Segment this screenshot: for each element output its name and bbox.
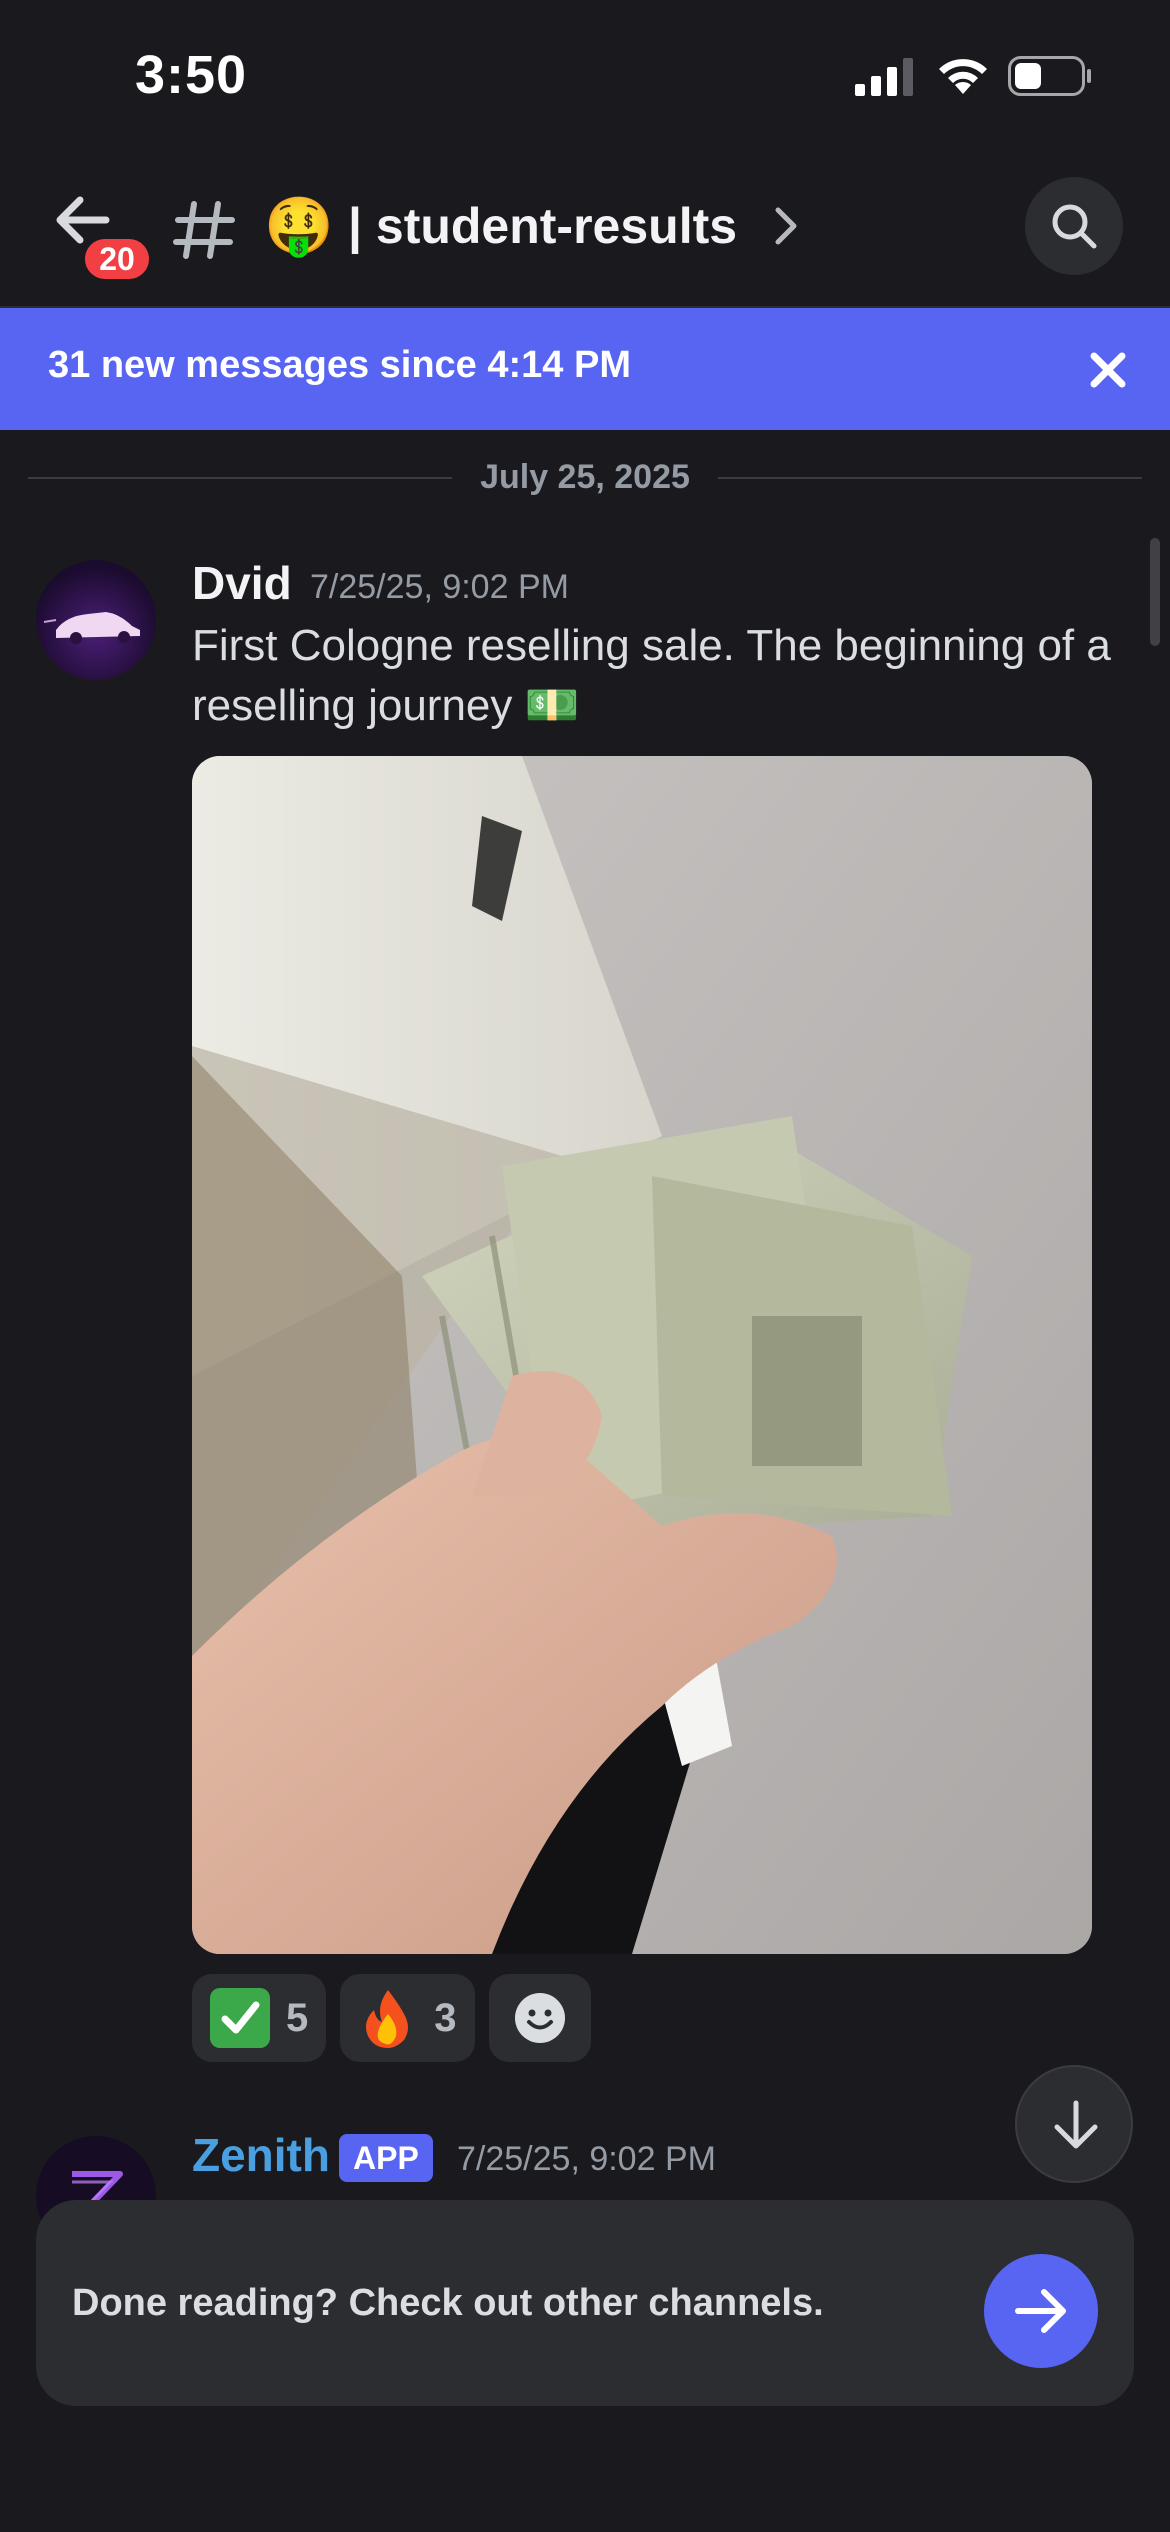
reaction-fire[interactable]: 3 [340,1974,475,2062]
add-reaction-button[interactable] [488,1974,591,2062]
battery-icon [1008,56,1091,96]
message-author[interactable]: Zenith [192,2128,330,2182]
status-time: 3:50 [135,45,248,105]
wifi-icon [939,59,987,94]
new-messages-bar[interactable]: 31 new messages since 4:14 PM [0,308,1170,430]
new-messages-text: 31 new messages since 4:14 PM [48,344,631,386]
unread-badge: 20 [80,234,154,284]
message-timestamp: 7/25/25, 9:02 PM [310,568,569,606]
search-icon [1052,204,1097,249]
date-divider: July 25, 2025 [28,450,1142,506]
message-timestamp: 7/25/25, 9:02 PM [457,2140,716,2178]
date-label: July 25, 2025 [454,458,716,496]
car-avatar-image [43,612,140,644]
reaction-count: 3 [434,1995,457,2040]
chevron-right-icon[interactable] [772,204,800,248]
hash-icon [173,201,235,259]
app-tag: APP [339,2134,433,2182]
message-author[interactable]: Dvid [192,556,292,610]
reaction-bar: 5 3 [192,1974,591,2062]
channel-header: 20 🤑 | student-results [0,150,1170,308]
search-button[interactable] [1025,177,1123,275]
channel-name[interactable]: | student-results [348,186,737,266]
scrollbar[interactable] [1150,538,1160,646]
cellular-signal-icon [855,58,913,96]
reaction-check[interactable]: 5 [192,1974,327,2062]
fire-emoji-icon [358,1988,418,2048]
message-text: First Cologne reselling sale. The beginn… [192,621,1111,730]
arrow-right-icon [1015,2289,1066,2333]
next-channel-button[interactable] [984,2254,1098,2368]
cash-photo [192,756,1092,1954]
reaction-count: 5 [286,1995,309,2040]
message-attachment-image[interactable] [192,756,1092,1954]
close-icon[interactable] [1088,350,1128,390]
channel-emoji: 🤑 [264,194,334,257]
avatar[interactable] [36,560,156,680]
check-emoji-icon [210,1988,270,2048]
status-bar: 3:50 [0,0,1170,150]
jump-to-bottom-button[interactable] [1015,2065,1133,2183]
channel-screen: 3:50 20 🤑 | student-results 31 new messa… [0,0,1170,2532]
arrow-down-icon [1054,2100,1098,2149]
done-reading-text: Done reading? Check out other channels. [72,2282,824,2324]
done-reading-banner[interactable]: Done reading? Check out other channels. [36,2200,1134,2406]
smiley-add-reaction-icon [514,1993,565,2043]
